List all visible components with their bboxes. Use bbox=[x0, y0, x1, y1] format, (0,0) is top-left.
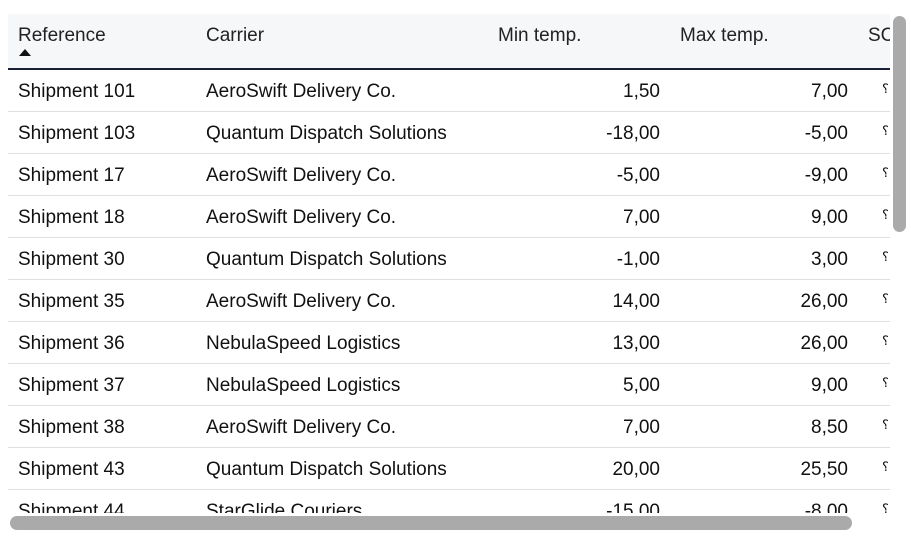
cell-min-temp: 7,00 bbox=[623, 417, 660, 438]
header-max-temp[interactable]: Max temp. bbox=[680, 25, 769, 47]
table-row[interactable]: Shipment 35 AeroSwift Delivery Co. 14,00 26… bbox=[8, 280, 890, 322]
link-icon[interactable]: ⸮ bbox=[882, 291, 889, 307]
cell-reference: Shipment 37 bbox=[18, 375, 125, 396]
cell-min-temp: -1,00 bbox=[616, 249, 660, 270]
table-row[interactable]: Shipment 44 StarGlide Couriers -15,00 -8,00… bbox=[8, 490, 890, 513]
cell-reference: Shipment 101 bbox=[18, 81, 136, 102]
table-row[interactable]: Shipment 38 AeroSwift Delivery Co. 7,00 8,5… bbox=[8, 406, 890, 448]
cell-reference: Shipment 18 bbox=[18, 207, 125, 228]
cell-carrier: AeroSwift Delivery Co. bbox=[206, 165, 397, 186]
cell-max-temp: 3,00 bbox=[811, 249, 848, 270]
cell-carrier: Quantum Dispatch Solutions bbox=[206, 459, 447, 480]
table-row[interactable]: Shipment 103 Quantum Dispatch Solutions -1… bbox=[8, 112, 890, 154]
cell-reference: Shipment 35 bbox=[18, 291, 125, 312]
cell-max-temp: 26,00 bbox=[800, 291, 848, 312]
cell-carrier: NebulaSpeed Logistics bbox=[206, 333, 401, 354]
table-row[interactable]: Shipment 17 AeroSwift Delivery Co. -5,00 -9… bbox=[8, 154, 890, 196]
cell-min-temp: -18,00 bbox=[606, 123, 660, 144]
cell-min-temp: -5,00 bbox=[616, 165, 660, 186]
shipments-table: Reference Carrier Min temp. Max temp. SC… bbox=[8, 14, 890, 513]
link-icon[interactable]: ⸮ bbox=[882, 123, 889, 139]
link-icon[interactable]: ⸮ bbox=[882, 165, 889, 181]
cell-carrier: AeroSwift Delivery Co. bbox=[206, 207, 397, 228]
vertical-scrollbar[interactable] bbox=[893, 16, 906, 232]
table-row[interactable]: Shipment 18 AeroSwift Delivery Co. 7,00 9,0… bbox=[8, 196, 890, 238]
cell-min-temp: 14,00 bbox=[612, 291, 660, 312]
cell-reference: Shipment 43 bbox=[18, 459, 125, 480]
cell-max-temp: 7,00 bbox=[811, 81, 848, 102]
cell-carrier: StarGlide Couriers bbox=[206, 501, 363, 513]
cell-min-temp: 5,00 bbox=[623, 375, 660, 396]
cell-reference: Shipment 44 bbox=[18, 501, 125, 513]
cell-reference: Shipment 17 bbox=[18, 165, 125, 186]
cell-reference: Shipment 30 bbox=[18, 249, 125, 270]
cell-min-temp: 20,00 bbox=[612, 459, 660, 480]
header-reference[interactable]: Reference bbox=[18, 25, 106, 47]
cell-max-temp: 9,00 bbox=[811, 375, 848, 396]
link-icon[interactable]: ⸮ bbox=[882, 333, 889, 349]
horizontal-scrollbar[interactable] bbox=[10, 516, 852, 530]
table-row[interactable]: Shipment 101 AeroSwift Delivery Co. 1,50 7,… bbox=[8, 70, 890, 112]
cell-reference: Shipment 38 bbox=[18, 417, 125, 438]
link-icon[interactable]: ⸮ bbox=[882, 501, 889, 513]
header-sc[interactable]: SC bbox=[868, 25, 890, 47]
header-carrier[interactable]: Carrier bbox=[206, 25, 264, 47]
link-icon[interactable]: ⸮ bbox=[882, 249, 889, 265]
cell-min-temp: -15,00 bbox=[606, 501, 660, 513]
cell-carrier: AeroSwift Delivery Co. bbox=[206, 417, 397, 438]
link-icon[interactable]: ⸮ bbox=[882, 81, 889, 97]
link-icon[interactable]: ⸮ bbox=[882, 417, 889, 433]
cell-min-temp: 7,00 bbox=[623, 207, 660, 228]
cell-carrier: Quantum Dispatch Solutions bbox=[206, 123, 447, 144]
cell-max-temp: 26,00 bbox=[800, 333, 848, 354]
cell-reference: Shipment 36 bbox=[18, 333, 125, 354]
table-row[interactable]: Shipment 36 NebulaSpeed Logistics 13,00 26,… bbox=[8, 322, 890, 364]
cell-max-temp: -9,00 bbox=[804, 165, 848, 186]
cell-max-temp: 8,50 bbox=[811, 417, 848, 438]
sort-ascending-icon bbox=[19, 49, 31, 56]
header-min-temp[interactable]: Min temp. bbox=[498, 25, 581, 47]
cell-max-temp: 9,00 bbox=[811, 207, 848, 228]
cell-carrier: Quantum Dispatch Solutions bbox=[206, 249, 447, 270]
cell-max-temp: 25,50 bbox=[800, 459, 848, 480]
cell-min-temp: 13,00 bbox=[612, 333, 660, 354]
table-header: Reference Carrier Min temp. Max temp. SC bbox=[8, 14, 890, 70]
table-row[interactable]: Shipment 30 Quantum Dispatch Solutions -1,… bbox=[8, 238, 890, 280]
cell-max-temp: -5,00 bbox=[804, 123, 848, 144]
link-icon[interactable]: ⸮ bbox=[882, 207, 889, 223]
link-icon[interactable]: ⸮ bbox=[882, 375, 889, 391]
cell-max-temp: -8,00 bbox=[804, 501, 848, 513]
table-body: Shipment 101 AeroSwift Delivery Co. 1,50 7,… bbox=[8, 70, 890, 513]
cell-carrier: AeroSwift Delivery Co. bbox=[206, 81, 397, 102]
cell-min-temp: 1,50 bbox=[623, 81, 660, 102]
cell-carrier: NebulaSpeed Logistics bbox=[206, 375, 401, 396]
table-row[interactable]: Shipment 37 NebulaSpeed Logistics 5,00 9,00… bbox=[8, 364, 890, 406]
cell-carrier: AeroSwift Delivery Co. bbox=[206, 291, 397, 312]
cell-reference: Shipment 103 bbox=[18, 123, 136, 144]
link-icon[interactable]: ⸮ bbox=[882, 459, 889, 475]
table-row[interactable]: Shipment 43 Quantum Dispatch Solutions 20,… bbox=[8, 448, 890, 490]
